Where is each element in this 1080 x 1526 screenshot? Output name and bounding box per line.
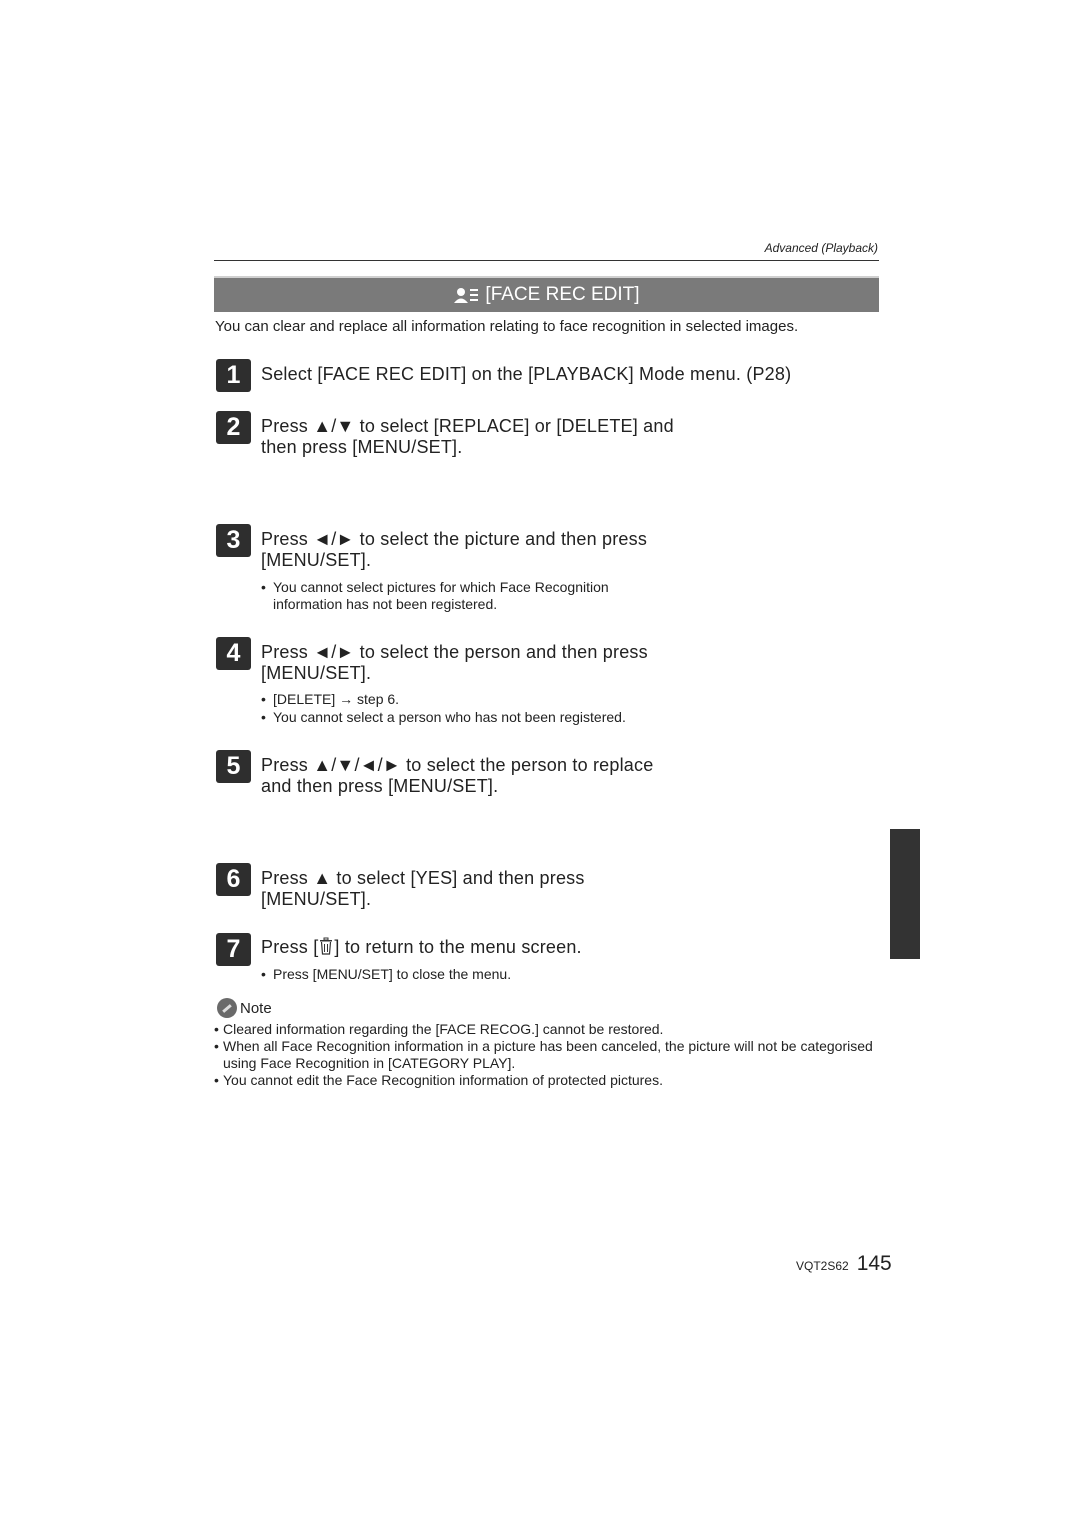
face-recognition-icon	[454, 288, 479, 303]
page-footer: VQT2S62 145	[796, 1252, 892, 1276]
trash-icon	[320, 937, 333, 955]
step-number: 6	[216, 863, 251, 896]
intro-text: You can clear and replace all informatio…	[215, 318, 799, 335]
chapter-side-tab	[890, 829, 920, 959]
step-line: [MENU/SET].	[261, 550, 372, 570]
section-label: Advanced (Playback)	[764, 241, 878, 255]
step-number: 1	[216, 359, 251, 392]
step-number: 3	[216, 524, 251, 557]
note-item: • You cannot edit the Face Recognition in…	[214, 1072, 663, 1088]
step-bullet: • You cannot select pictures for which Fa…	[261, 579, 609, 595]
step-text: Press ▲/▼ to select [REPLACE] or [DELETE…	[261, 416, 674, 458]
note-list: • Cleared information regarding the [FACE…	[214, 1021, 884, 1089]
step-line: Select [FACE REC EDIT] on the [PLAYBACK]…	[261, 364, 792, 384]
step-bullet: • You cannot select a person who has not …	[261, 709, 626, 725]
step-number: 4	[216, 637, 251, 670]
note-item: • When all Face Recognition information i…	[214, 1038, 873, 1071]
document-code: VQT2S62	[796, 1259, 849, 1273]
header-rule	[214, 260, 879, 261]
step-line: then press [MENU/SET].	[261, 437, 463, 457]
step-text: Press ▲/▼/◄/► to select the person to re…	[261, 755, 653, 797]
pencil-icon	[217, 998, 237, 1018]
step-line: and then press [MENU/SET].	[261, 776, 499, 796]
step-line: Press ▲ to select [YES] and then press	[261, 868, 585, 888]
note-heading: Note	[217, 998, 272, 1018]
section-title-band: [FACE REC EDIT]	[214, 276, 879, 312]
step-text: Press [ ] to return to the menu screen.	[261, 937, 582, 958]
step-bullet-continuation: information has not been registered.	[273, 596, 498, 612]
step-line: Press ◄/► to select the person and then …	[261, 642, 648, 662]
step-number: 2	[216, 411, 251, 444]
step-text: Select [FACE REC EDIT] on the [PLAYBACK]…	[261, 364, 791, 385]
page-number: 145	[856, 1252, 892, 1275]
step-bullet: • [DELETE] → step 6.	[261, 691, 400, 707]
note-item: • Cleared information regarding the [FACE…	[214, 1021, 664, 1037]
section-title: [FACE REC EDIT]	[485, 284, 640, 305]
note-label: Note	[240, 999, 272, 1017]
step-number: 5	[216, 750, 251, 783]
step-text: Press ◄/► to select the person and then …	[261, 642, 648, 684]
step-line: ] to return to the menu screen.	[334, 937, 582, 957]
step-bullet: • Press [MENU/SET] to close the menu.	[261, 966, 512, 982]
step-line: [MENU/SET].	[261, 889, 372, 909]
step-line: Press ◄/► to select the picture and then…	[261, 529, 648, 549]
step-line: Press [	[261, 937, 319, 957]
step-text: Press ◄/► to select the picture and then…	[261, 529, 647, 571]
step-line: Press ▲/▼/◄/► to select the person to re…	[261, 755, 654, 775]
step-line: Press ▲/▼ to select [REPLACE] or [DELETE…	[261, 416, 674, 436]
step-text: Press ▲ to select [YES] and then press […	[261, 868, 585, 910]
step-line: [MENU/SET].	[261, 663, 372, 683]
step-number: 7	[216, 933, 251, 966]
